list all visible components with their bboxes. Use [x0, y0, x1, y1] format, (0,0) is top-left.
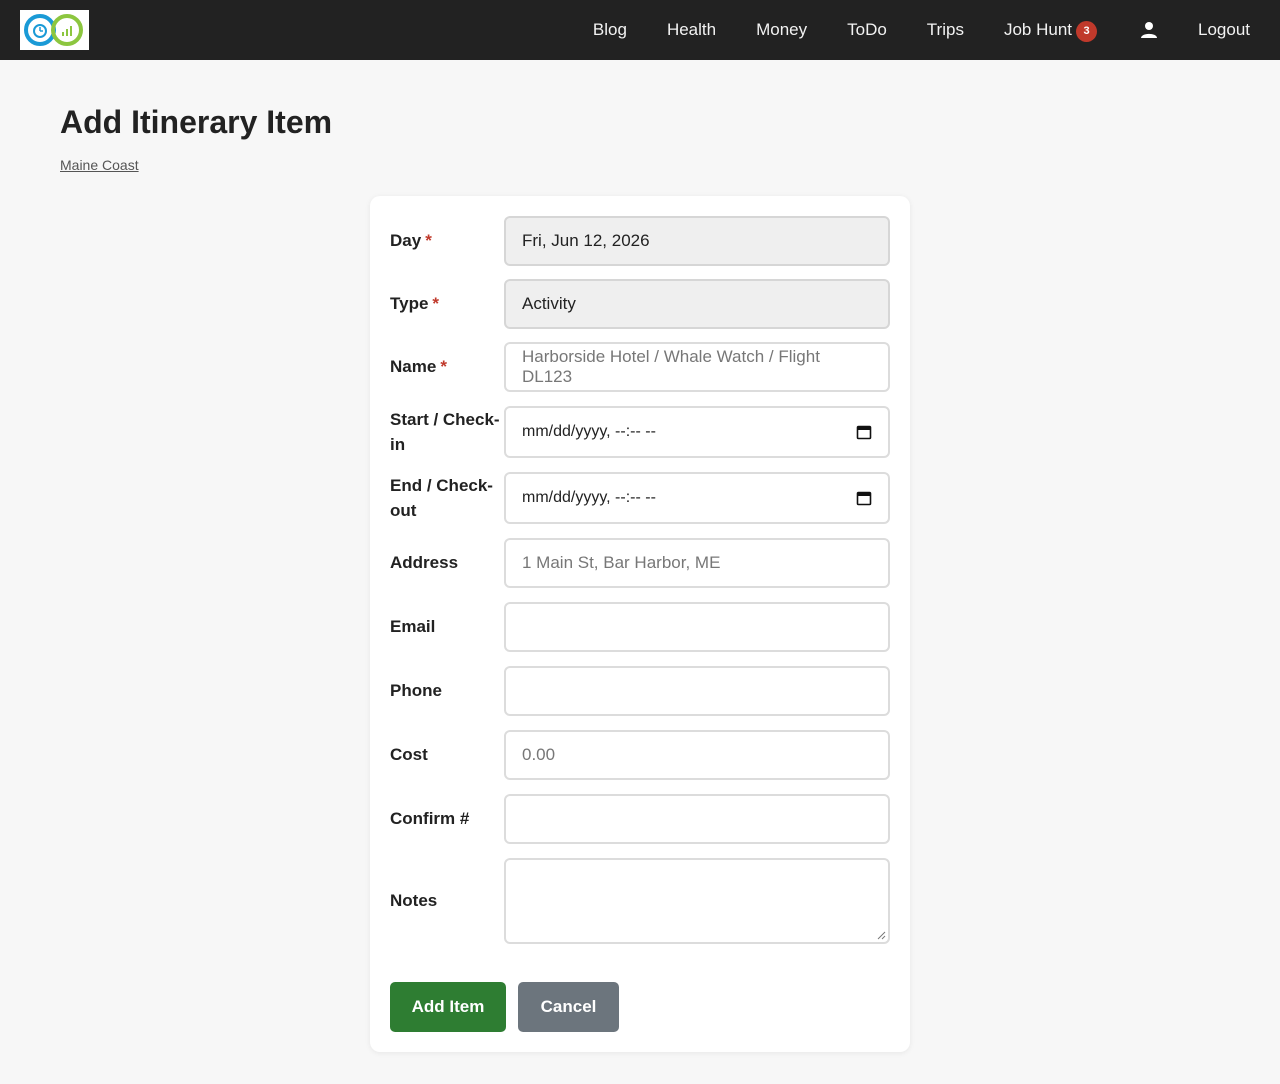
end-datetime-input[interactable]: mm/dd/yyyy, --:-- -- [504, 472, 890, 524]
address-input[interactable]: 1 Main St, Bar Harbor, ME [504, 538, 890, 588]
nav-links: Blog Health Money ToDo Trips Job Hunt 3 … [553, 0, 1250, 60]
start-datetime-placeholder: mm/dd/yyyy, --:-- -- [522, 423, 656, 440]
cancel-button[interactable]: Cancel [518, 982, 619, 1032]
cost-label: Cost [390, 745, 428, 764]
cost-input[interactable]: 0.00 [504, 730, 890, 780]
calendar-icon[interactable] [856, 424, 872, 440]
phone-input[interactable] [504, 666, 890, 716]
phone-label: Phone [390, 681, 442, 700]
itinerary-form-card: Day * Fri, Jun 12, 2026 Type * Activity Na… [370, 196, 910, 1052]
calendar-icon[interactable] [856, 490, 872, 506]
nav-link-blog[interactable]: Blog [593, 20, 627, 40]
resize-handle-icon[interactable] [876, 930, 886, 940]
nav-link-job-hunt[interactable]: Job Hunt 3 [1004, 19, 1097, 42]
type-label: Type * [390, 294, 440, 313]
user-icon[interactable] [1140, 21, 1158, 39]
notes-label: Notes [390, 891, 438, 910]
nav-link-health[interactable]: Health [667, 20, 716, 40]
day-label: Day * [390, 231, 432, 250]
name-input[interactable]: Harborside Hotel / Whale Watch / Flight … [504, 342, 890, 392]
confirm-input[interactable] [504, 794, 890, 844]
required-marker: * [425, 231, 432, 250]
logout-link[interactable]: Logout [1198, 20, 1250, 40]
end-datetime-placeholder: mm/dd/yyyy, --:-- -- [522, 489, 656, 506]
confirm-label: Confirm # [390, 809, 470, 828]
app-logo[interactable] [20, 10, 89, 50]
required-marker: * [432, 294, 440, 313]
nav-link-job-hunt-label: Job Hunt [1003, 20, 1072, 39]
email-label: Email [390, 617, 436, 636]
name-label: Name * [390, 357, 447, 376]
nav-link-trips[interactable]: Trips [927, 20, 964, 40]
nav-link-todo[interactable]: ToDo [847, 20, 887, 40]
breadcrumb-trip-link[interactable]: Maine Coast [60, 157, 139, 173]
notes-textarea[interactable] [504, 858, 890, 944]
start-label: Start / Check-in [390, 410, 500, 454]
add-item-button[interactable]: Add Item [390, 982, 506, 1032]
end-label: End / Check-out [390, 476, 493, 520]
required-marker: * [440, 357, 447, 376]
email-input[interactable] [504, 602, 890, 652]
nav-link-money[interactable]: Money [756, 20, 807, 40]
address-label: Address [390, 553, 459, 572]
page-title: Add Itinerary Item [60, 104, 333, 140]
day-select[interactable]: Fri, Jun 12, 2026 [504, 216, 890, 266]
start-datetime-input[interactable]: mm/dd/yyyy, --:-- -- [504, 406, 890, 458]
type-select[interactable]: Activity [504, 279, 890, 329]
navbar: Blog Health Money ToDo Trips Job Hunt 3 … [0, 0, 1280, 60]
job-hunt-badge: 3 [1076, 20, 1097, 42]
